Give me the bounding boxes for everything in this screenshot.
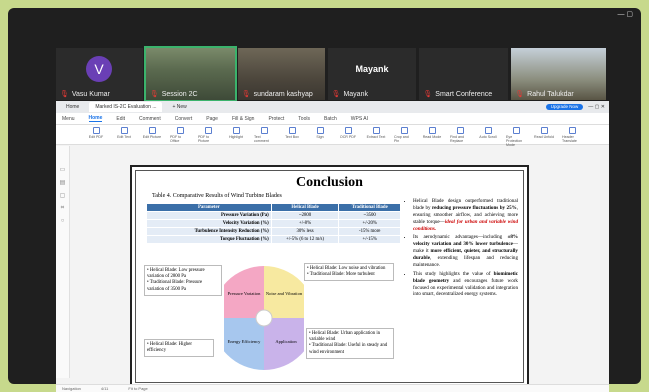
toolbar-button[interactable]: Read Unfold — [534, 127, 554, 139]
mic-muted-icon: 🎙 — [331, 91, 341, 98]
table-header: Helical Blade — [270, 203, 340, 212]
toolbar-button[interactable]: Edit Text — [114, 127, 134, 139]
participant-name: Mayank — [343, 90, 368, 98]
window-controls[interactable]: — ▢ ✕ — [588, 104, 605, 110]
info-box: • Helical Blade: Low pressure variation … — [144, 265, 222, 296]
upgrade-button[interactable]: Upgrade Now — [545, 104, 584, 110]
bookmark-icon[interactable]: ▭ — [60, 166, 66, 173]
toolbar-button[interactable]: Edit PDF — [86, 127, 106, 139]
comparison-table: Parameter Helical Blade Traditional Blade … — [146, 203, 401, 244]
menu-item[interactable]: Protect — [268, 116, 284, 122]
participant-name: Vasu Kumar — [71, 90, 110, 98]
quadrant-label: Application — [275, 339, 297, 344]
table-caption: Table 4. Comparative Results of Wind Tur… — [152, 193, 282, 199]
participant-name: Session 2C — [161, 90, 198, 98]
info-box: • Helical Blade: Higher efficiency — [144, 339, 214, 358]
conclusion-bullets: Helical Blade design outperformed tradit… — [406, 198, 518, 300]
participant-name: Rahul Talukdar — [527, 90, 574, 98]
avatar: V — [86, 56, 112, 82]
menu-item[interactable]: Edit — [116, 116, 125, 122]
info-box: • Helical Blade: Low noise and vibration… — [304, 263, 394, 282]
menu-item[interactable]: Menu — [62, 116, 75, 122]
window-controls[interactable]: — ▢ — [617, 10, 633, 18]
toolbar-button[interactable]: Highlight — [226, 127, 246, 139]
participant-tile[interactable]: Mayank 🎙 Mayank — [327, 48, 417, 100]
status-bar: Navigation 4/11 Fit to Page — [56, 384, 609, 392]
left-sidebar: ▭ ▤ ▢ ⌗ ○ — [56, 146, 70, 378]
participant-name: Smart Conference — [435, 90, 493, 98]
thumbnail-icon[interactable]: ▤ — [60, 179, 66, 186]
toolbar-button[interactable]: Find and Replace — [450, 127, 470, 143]
toolbar-button[interactable]: OCR PDF — [338, 127, 358, 139]
menu-item[interactable]: Tools — [298, 116, 310, 122]
mic-muted-icon: 🎙 — [423, 91, 433, 98]
toolbar-button[interactable]: Crop and Pin — [394, 127, 414, 143]
toolbar-button[interactable]: PDF to Picture — [198, 127, 218, 143]
mic-muted-icon: 🎙 — [241, 91, 251, 98]
info-box: • Helical Blade: Urban application in va… — [306, 328, 394, 359]
browser-tabs: Home Marked IS-2C Evaluation ... + New U… — [56, 101, 609, 113]
menu-bar: Menu Home Edit Comment Convert Page Fill… — [56, 113, 609, 125]
quadrant-label: Noise and Vibration — [266, 291, 303, 296]
participant-tile[interactable]: 🎙 Session 2C — [143, 46, 237, 102]
table-row: Turbulence Intensity Reduction (%) 30% le… — [146, 227, 401, 236]
quadrant-label: Pressure Variation — [228, 291, 262, 296]
participant-tile[interactable]: 🎙 sundaram kashyap — [237, 48, 325, 100]
participant-tile[interactable]: 🎙 Smart Conference — [419, 48, 509, 100]
screen-share: Home Marked IS-2C Evaluation ... + New U… — [56, 101, 609, 392]
new-tab-button[interactable]: + New — [166, 102, 192, 112]
participant-tile[interactable]: V 🎙 Vasu Kumar — [56, 48, 143, 100]
participant-big-name: Mayank — [355, 64, 389, 74]
menu-item[interactable]: Comment — [139, 116, 161, 122]
menu-item[interactable]: Batch — [324, 116, 337, 122]
slide-page: Conclusion Table 4. Comparative Results … — [130, 165, 529, 388]
meeting-window: — ▢ V 🎙 Vasu Kumar 🎙 Session 2C 🎙 sundaram … — [8, 8, 641, 392]
mic-muted-icon: 🎙 — [60, 91, 69, 98]
bullet-item: This study highlights the value of biomi… — [413, 271, 518, 299]
toolbar-button[interactable]: Sign — [310, 127, 330, 139]
search-icon[interactable]: ○ — [61, 218, 65, 224]
participant-tile[interactable]: 🎙 Rahul Talukdar — [511, 48, 607, 100]
table-row: Pressure Variation (Pa) ~2800 ~3500 — [146, 211, 401, 220]
menu-item[interactable]: Fill & Sign — [232, 116, 255, 122]
attachment-icon[interactable]: ⌗ — [61, 205, 64, 212]
ribbon-toolbar: Edit PDF Edit Text Edit Picture PDF to O… — [56, 125, 609, 147]
menu-item-home[interactable]: Home — [88, 115, 103, 122]
table-row: Velocity Variation (%) +/-8% +/-20% — [146, 219, 401, 228]
toolbar-button[interactable]: Read Mode — [422, 127, 442, 139]
mic-muted-icon: 🎙 — [515, 91, 525, 98]
toolbar-button[interactable]: Eye Protection Mode — [506, 127, 526, 147]
menu-item[interactable]: WPS AI — [351, 116, 368, 122]
toolbar-button[interactable]: Header Translate — [562, 127, 582, 143]
tab-home[interactable]: Home — [60, 102, 85, 112]
bullet-item: Its aerodynamic advantages—including ±8%… — [413, 234, 518, 268]
menu-item[interactable]: Convert — [175, 116, 193, 122]
table-header: Traditional Blade — [338, 203, 401, 212]
participant-strip: V 🎙 Vasu Kumar 🎙 Session 2C 🎙 sundaram kash… — [56, 46, 607, 102]
toolbar-button[interactable]: Auto Scroll — [478, 127, 498, 139]
quadrant-label: Energy Efficiency — [228, 339, 261, 344]
table-row: Torque Fluctuation (%) +/-5% (6 to 12 m/s… — [146, 235, 401, 244]
tab-document[interactable]: Marked IS-2C Evaluation ... — [89, 102, 163, 112]
table-header: Parameter — [146, 203, 272, 212]
participant-name: sundaram kashyap — [253, 90, 313, 98]
toolbar-button[interactable]: Extract Text — [366, 127, 386, 139]
toolbar-button[interactable]: Text Box — [282, 127, 302, 139]
toolbar-button[interactable]: PDF to Office — [170, 127, 190, 143]
toolbar-button[interactable]: Text comment — [254, 127, 274, 143]
bullet-item: Helical Blade design outperformed tradit… — [413, 198, 518, 232]
slide-title: Conclusion — [296, 175, 363, 190]
quadrant-diagram: Pressure Variation Noise and Vibration E… — [224, 266, 304, 370]
mic-muted-icon: 🎙 — [149, 91, 159, 98]
toolbar-button[interactable]: Edit Picture — [142, 127, 162, 139]
menu-item[interactable]: Page — [206, 116, 218, 122]
comment-icon[interactable]: ▢ — [60, 192, 66, 199]
